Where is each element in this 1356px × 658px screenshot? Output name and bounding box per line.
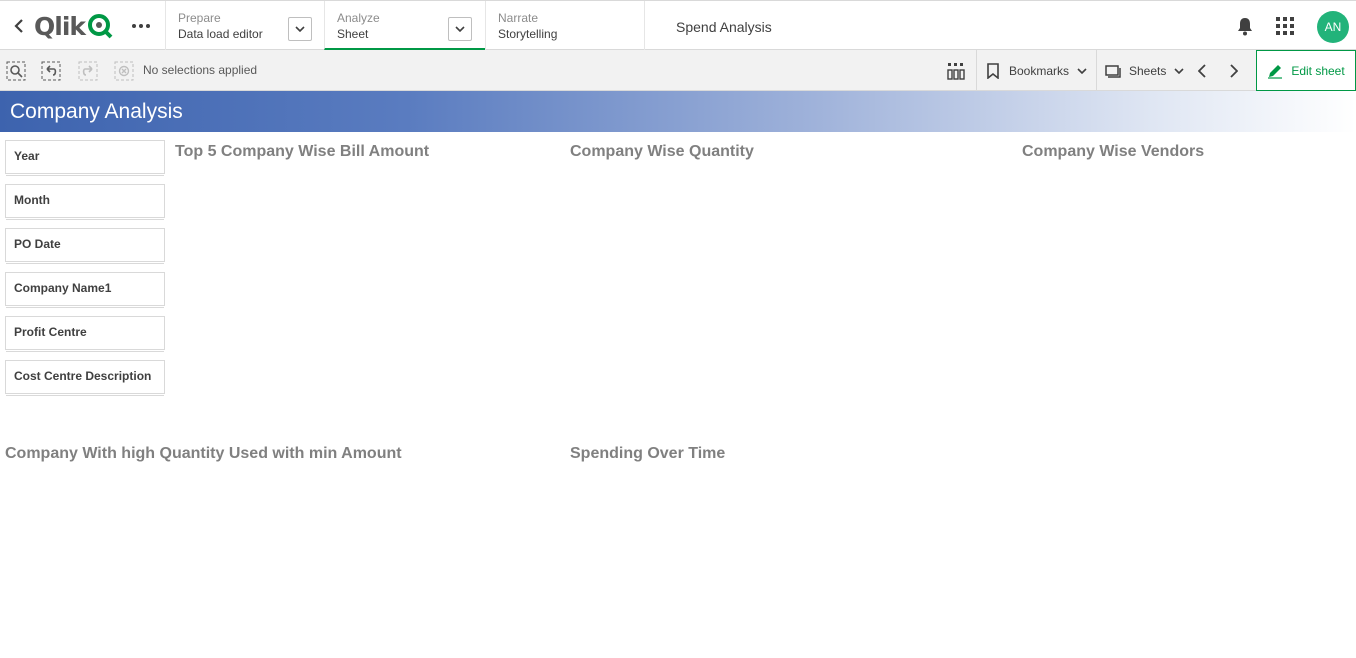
filter-pane-po-date[interactable]: PO Date [5, 228, 165, 262]
app-title: Spend Analysis [676, 19, 772, 35]
more-options-ellipsis-icon[interactable] [130, 15, 152, 37]
bookmarks-button[interactable]: Bookmarks [986, 50, 1087, 91]
selection-status-text: No selections applied [143, 63, 258, 77]
tab-analyze-section: Analyze [337, 11, 380, 25]
filter-label: Company Name1 [14, 281, 112, 295]
filter-pane-profit-centre[interactable]: Profit Centre [5, 316, 165, 350]
qlik-logo[interactable]: Qlik [34, 11, 113, 41]
top-navigation-bar: Qlik Prepare Data load editor Analyze Sh… [0, 0, 1356, 50]
pencil-icon [1268, 64, 1283, 79]
tab-analyze[interactable]: Analyze Sheet [324, 1, 485, 50]
sheets-label: Sheets [1129, 63, 1167, 78]
previous-sheet-chevron-left-icon[interactable] [1198, 50, 1212, 91]
tab-narrate[interactable]: Narrate Storytelling [485, 1, 645, 50]
notifications-bell-icon[interactable] [1235, 16, 1255, 36]
chart-title-high-quantity-min-amount: Company With high Quantity Used with min… [5, 445, 402, 462]
chevron-down-icon [1077, 67, 1087, 74]
filter-label: Year [14, 149, 40, 163]
filter-pane-cost-centre-description[interactable]: Cost Centre Description [5, 360, 165, 394]
chevron-down-icon [295, 26, 305, 32]
sheets-icon [1105, 64, 1121, 78]
tab-prepare-label: Data load editor [178, 27, 263, 41]
toolbar-divider [976, 50, 977, 91]
clear-all-selections-icon[interactable] [114, 61, 134, 81]
bookmarks-label: Bookmarks [1009, 63, 1070, 78]
edit-sheet-button[interactable]: Edit sheet [1256, 50, 1356, 91]
analyze-dropdown-button[interactable] [448, 17, 472, 41]
chevron-down-icon [1174, 67, 1184, 74]
filter-pane-company-name[interactable]: Company Name1 [5, 272, 165, 306]
tab-prepare[interactable]: Prepare Data load editor [165, 1, 324, 50]
sheet-grid-view-icon[interactable] [946, 61, 966, 81]
back-chevron-left-icon[interactable] [10, 15, 28, 37]
bookmark-icon [987, 62, 999, 79]
step-back-icon[interactable] [41, 61, 61, 81]
logo-q-icon [87, 13, 113, 39]
chart-title-top5-bill-amount: Top 5 Company Wise Bill Amount [175, 143, 430, 160]
smart-search-icon[interactable] [6, 61, 26, 81]
filter-label: Month [14, 193, 50, 207]
logo-text: Qlik [34, 11, 86, 41]
apps-grid-icon[interactable] [1275, 16, 1295, 36]
chart-title-company-vendors: Company Wise Vendors [1022, 143, 1205, 160]
filter-label: Cost Centre Description [14, 369, 152, 383]
sheet-title-bar: Company Analysis [0, 91, 1356, 132]
filter-label: Profit Centre [14, 325, 87, 339]
sheets-button[interactable]: Sheets [1105, 50, 1184, 91]
chart-title-company-quantity: Company Wise Quantity [570, 143, 754, 160]
prepare-dropdown-button[interactable] [288, 17, 312, 41]
tab-analyze-label: Sheet [337, 27, 369, 41]
chevron-down-icon [455, 26, 465, 32]
toolbar-divider [1096, 50, 1097, 91]
filter-pane-year[interactable]: Year [5, 140, 165, 174]
step-forward-icon[interactable] [78, 61, 98, 81]
edit-sheet-label: Edit sheet [1291, 63, 1345, 78]
user-avatar[interactable]: AN [1317, 11, 1349, 43]
tab-narrate-section: Narrate [498, 11, 539, 25]
next-sheet-chevron-right-icon[interactable] [1230, 50, 1244, 91]
filter-label: PO Date [14, 237, 61, 251]
chart-title-spending-over-time: Spending Over Time [570, 445, 726, 462]
selections-toolbar: No selections applied Bookmarks Sheets E… [0, 50, 1356, 91]
tab-narrate-label: Storytelling [498, 27, 558, 41]
filter-pane-month[interactable]: Month [5, 184, 165, 218]
tab-prepare-section: Prepare [178, 11, 221, 25]
sheet-title: Company Analysis [10, 100, 183, 123]
